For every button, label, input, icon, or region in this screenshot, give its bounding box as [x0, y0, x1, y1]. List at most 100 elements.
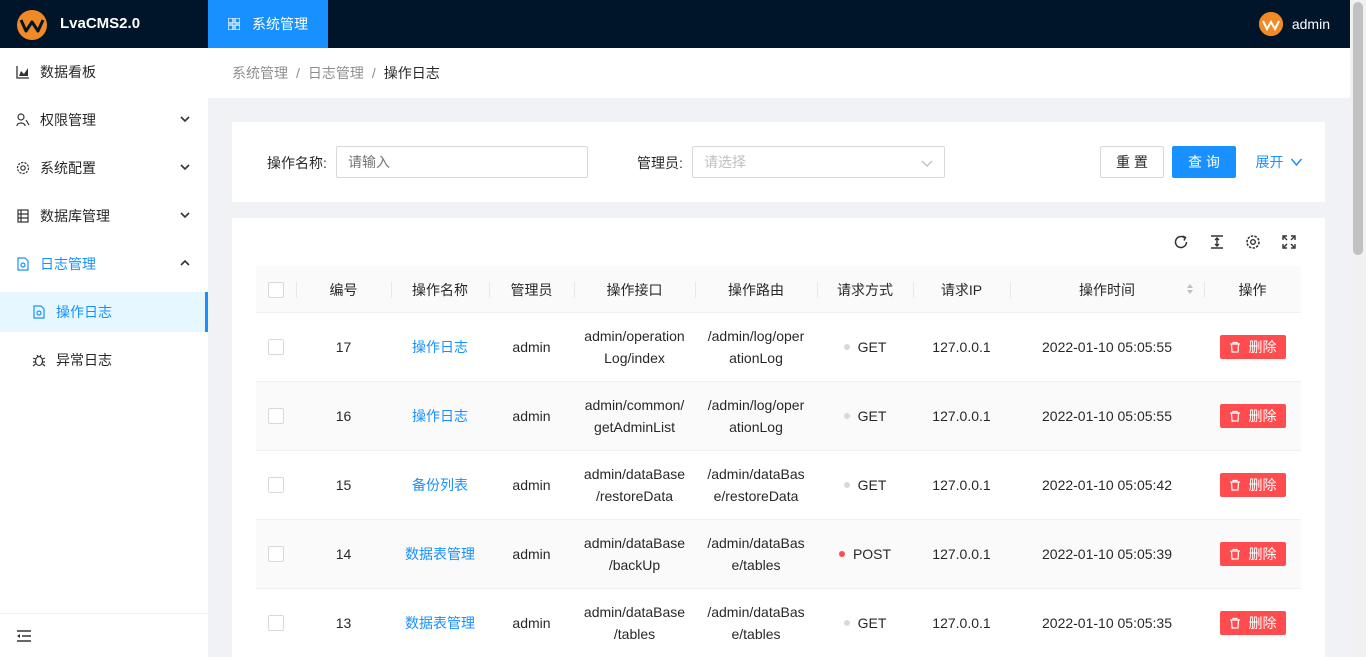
sidebar-item-dashboard[interactable]: 数据看板 — [0, 52, 208, 92]
row-select-cell — [256, 589, 296, 657]
sidebar-item-logs[interactable]: 日志管理 — [0, 244, 208, 284]
cell-action: 删除 — [1204, 451, 1301, 519]
cell-api-line: getAdminList — [594, 419, 675, 435]
chevron-up-icon — [180, 259, 190, 266]
sidebar-item-label: 数据看板 — [40, 64, 96, 80]
brand-logo-icon[interactable] — [16, 9, 48, 41]
cell-method-label: GET — [857, 615, 887, 631]
brand-name[interactable]: LvaCMS2.0 — [60, 15, 140, 32]
row-checkbox[interactable] — [268, 408, 284, 424]
column-header-time[interactable]: 操作时间 — [1010, 266, 1204, 313]
cell-id: 15 — [335, 477, 352, 493]
user-key-icon — [16, 113, 30, 127]
cell-id: 13 — [335, 615, 352, 631]
page-scrollbar[interactable] — [1350, 0, 1366, 657]
cell-operation-name-link[interactable]: 操作日志 — [391, 313, 489, 381]
cell-api-line: /restoreData — [595, 488, 674, 504]
chevron-down-icon — [180, 116, 190, 123]
row-select-cell — [256, 382, 296, 450]
sidebar-collapse-button[interactable] — [0, 613, 208, 657]
breadcrumb-separator: / — [296, 65, 300, 81]
operation-name-input[interactable] — [336, 146, 588, 178]
cell-admin: admin — [512, 408, 551, 424]
column-header-ip: 请求IP — [913, 266, 1010, 313]
admin-select[interactable]: 请选择 — [692, 146, 945, 178]
delete-button[interactable]: 删除 — [1219, 404, 1286, 428]
cell-operation-name-link[interactable]: 数据表管理 — [391, 589, 489, 657]
row-checkbox[interactable] — [268, 615, 284, 631]
column-header-action: 操作 — [1204, 266, 1301, 313]
cell-operation-name-link[interactable]: 数据表管理 — [391, 520, 489, 588]
cell-admin: admin — [512, 615, 551, 631]
sidebar-item-database[interactable]: 数据库管理 — [0, 196, 208, 236]
file-search-icon — [16, 257, 30, 271]
top-menu-label: 系统管理 — [252, 16, 308, 32]
cell-api: admin/common/getAdminList — [574, 382, 695, 450]
column-height-icon[interactable] — [1209, 234, 1225, 250]
search-form: 操作名称: 管理员: 请选择 重 置 查 询 展开 — [232, 122, 1325, 202]
cell-api: admin/operation Log/index — [574, 313, 695, 381]
cell-method-label: GET — [857, 477, 887, 493]
delete-button[interactable]: 删除 — [1219, 542, 1286, 566]
row-checkbox[interactable] — [268, 339, 284, 355]
gear-icon — [16, 161, 30, 175]
cell-admin: admin — [512, 339, 551, 355]
cell-route: /admin/dataBas e/tables — [695, 520, 817, 588]
table-row: 15 备份列表 admin admin/dataBase/restoreData/ad… — [256, 451, 1301, 520]
cell-api-line: admin/dataBase — [583, 466, 686, 482]
apps-icon — [228, 18, 240, 30]
sidebar-item-config[interactable]: 系统配置 — [0, 148, 208, 188]
delete-icon — [1229, 479, 1240, 491]
sidebar-item-label: 数据库管理 — [40, 208, 110, 224]
cell-route: /admin/dataBas e/tables — [695, 589, 817, 657]
chevron-down-icon — [180, 212, 190, 219]
admin-label: 管理员: — [637, 155, 683, 171]
column-header-time-label: 操作时间 — [1079, 281, 1135, 298]
scrollbar-thumb[interactable] — [1353, 2, 1363, 255]
bug-icon — [32, 353, 46, 367]
cell-action: 删除 — [1204, 589, 1301, 657]
admin-select-placeholder: 请选择 — [704, 154, 746, 170]
delete-button[interactable]: 删除 — [1219, 473, 1286, 497]
breadcrumb-item[interactable]: 系统管理 — [232, 63, 288, 83]
query-button[interactable]: 查 询 — [1172, 146, 1236, 178]
user-menu[interactable]: admin — [1258, 12, 1330, 36]
user-name: admin — [1291, 16, 1330, 32]
cell-api-line: admin/dataBase — [583, 604, 686, 620]
expand-button[interactable]: 展开 — [1251, 146, 1307, 178]
cell-route-line: /admin/log/oper — [707, 397, 805, 413]
cell-route-line: /admin/log/oper — [707, 328, 805, 344]
sidebar-item-permissions[interactable]: 权限管理 — [0, 100, 208, 140]
cell-route-line: /admin/dataBas — [707, 535, 805, 551]
cell-method-label: GET — [857, 339, 887, 355]
breadcrumb-item[interactable]: 日志管理 — [308, 63, 364, 83]
chevron-down-icon — [1290, 158, 1302, 167]
column-header-id: 编号 — [296, 266, 391, 313]
cell-api-line: Log/index — [604, 350, 665, 366]
cell-route-line: /admin/dataBas — [707, 604, 805, 620]
row-checkbox[interactable] — [268, 477, 284, 493]
setting-icon[interactable] — [1245, 234, 1261, 250]
delete-button[interactable]: 删除 — [1219, 611, 1286, 635]
chevron-down-icon — [921, 160, 933, 167]
cell-id: 16 — [335, 408, 352, 424]
cell-action: 删除 — [1204, 382, 1301, 450]
reload-icon[interactable] — [1173, 234, 1189, 250]
cell-admin: admin — [512, 477, 551, 493]
top-menu-system[interactable]: 系统管理 — [208, 0, 328, 48]
file-search-icon — [32, 305, 46, 319]
delete-button[interactable]: 删除 — [1219, 335, 1286, 359]
expand-label: 展开 — [1255, 154, 1284, 170]
cell-operation-name-link[interactable]: 备份列表 — [391, 451, 489, 519]
cell-api: admin/dataBase/backUp — [574, 520, 695, 588]
select-all-checkbox[interactable] — [268, 281, 284, 298]
reset-button[interactable]: 重 置 — [1100, 146, 1164, 178]
sidebar-item-operation-log[interactable]: 操作日志 — [0, 292, 208, 332]
status-dot — [843, 482, 850, 488]
row-checkbox[interactable] — [268, 546, 284, 562]
status-dot — [843, 413, 850, 419]
cell-operation-name-link[interactable]: 操作日志 — [391, 382, 489, 450]
sidebar-item-exception-log[interactable]: 异常日志 — [0, 340, 208, 380]
fullscreen-icon[interactable] — [1281, 234, 1297, 250]
status-dot — [843, 344, 850, 350]
